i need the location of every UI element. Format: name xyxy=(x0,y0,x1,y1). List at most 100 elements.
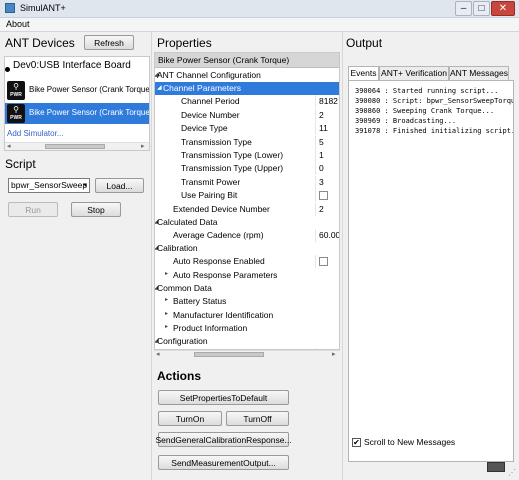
property-row[interactable]: 8182 Channel Period xyxy=(155,95,339,109)
keyboard-icon[interactable] xyxy=(487,462,505,472)
device-item-label: Bike Power Sensor (Crank Torque) xyxy=(29,108,150,117)
scroll-to-new-label: Scroll to New Messages xyxy=(364,437,456,447)
property-subgroup[interactable]: ▸ Battery Status xyxy=(155,295,339,308)
bike-icon: ⚲ xyxy=(13,82,19,91)
property-subgroup[interactable]: ▸ Product Information xyxy=(155,322,339,335)
property-checkbox[interactable] xyxy=(319,191,328,201)
scroll-thumb[interactable] xyxy=(45,144,105,149)
expand-toggle-icon[interactable]: ▸ xyxy=(165,310,168,317)
property-value[interactable]: 3 xyxy=(319,177,339,187)
property-subgroup[interactable]: ▸ Auto Response Parameters xyxy=(155,269,339,282)
property-row[interactable]: 11 Device Type xyxy=(155,122,339,136)
log-line: 390080 : Script: bpwr_SensorSweepTorque. xyxy=(355,97,513,105)
scroll-to-new-checkbox[interactable]: ✔ xyxy=(352,438,361,447)
bullet-icon xyxy=(5,67,10,72)
property-value[interactable]: 0 xyxy=(319,163,339,173)
property-row[interactable]: 3 Transmit Power xyxy=(155,175,339,189)
stop-button[interactable]: Stop xyxy=(71,202,121,217)
tab-events[interactable]: Events xyxy=(348,66,379,81)
property-row[interactable]: 1 Transmission Type (Lower) xyxy=(155,149,339,162)
load-button[interactable]: Load... xyxy=(95,178,144,193)
column-divider xyxy=(315,108,316,122)
property-subgroup[interactable]: ▸ Manufacturer Identification xyxy=(155,309,339,322)
property-row[interactable]: Auto Response Enabled xyxy=(155,255,339,269)
log-line: 390064 : Started running script... xyxy=(355,87,499,95)
turn-off-button[interactable]: TurnOff xyxy=(226,411,289,426)
column-divider xyxy=(315,122,316,136)
bike-power-icon: ⚲ PWR xyxy=(7,104,25,123)
column-divider xyxy=(315,255,316,269)
script-title: Script xyxy=(5,157,36,171)
column-divider xyxy=(315,135,316,149)
device-board-label: Dev0:USB Interface Board xyxy=(13,60,131,71)
column-divider xyxy=(315,162,316,176)
property-category[interactable]: ◢ ANT Channel Configuration xyxy=(155,69,339,82)
property-category[interactable]: ◢ Common Data xyxy=(155,282,339,296)
property-row[interactable]: 2 Extended Device Number xyxy=(155,202,339,216)
expand-toggle-icon[interactable]: ▸ xyxy=(165,323,168,330)
property-row[interactable]: 60.000Average Cadence (rpm) xyxy=(155,229,339,242)
add-simulator-link[interactable]: Add Simulator... xyxy=(7,129,63,138)
expand-toggle-icon[interactable]: ▸ xyxy=(165,296,168,303)
divider xyxy=(342,32,343,480)
tab-ant-plus-verification[interactable]: ANT+ Verification xyxy=(379,66,449,80)
property-value[interactable]: 11 xyxy=(319,123,339,133)
property-category[interactable]: ◢ Calculated Data xyxy=(155,216,339,229)
scroll-left-icon[interactable]: ◂ xyxy=(156,351,160,359)
property-row[interactable]: 2 Device Number xyxy=(155,108,339,122)
bike-icon: ⚲ xyxy=(13,105,19,114)
window-title: SimulANT+ xyxy=(20,3,66,13)
refresh-button[interactable]: Refresh xyxy=(84,35,134,50)
close-button[interactable]: ✕ xyxy=(491,1,515,16)
scroll-right-icon[interactable]: ▸ xyxy=(141,143,145,150)
run-button[interactable]: Run xyxy=(8,202,58,217)
property-value[interactable]: 2 xyxy=(319,110,339,120)
properties-hscrollbar[interactable]: ◂ ▸ xyxy=(154,350,340,358)
property-category[interactable]: ◢ Configuration xyxy=(155,335,339,349)
script-select[interactable]: bpwr_SensorSweep ▾ xyxy=(8,178,90,193)
property-row[interactable]: 5 Transmission Type xyxy=(155,135,339,149)
property-row[interactable]: 0 Transmission Type (Upper) xyxy=(155,162,339,176)
property-value[interactable]: 2 xyxy=(319,204,339,214)
chevron-down-icon: ▾ xyxy=(83,182,87,189)
column-divider xyxy=(315,229,316,242)
property-value[interactable]: 8182 xyxy=(319,96,339,106)
scroll-right-icon[interactable]: ▸ xyxy=(332,351,336,359)
property-value[interactable]: 60.000 xyxy=(319,230,339,240)
property-value[interactable]: 5 xyxy=(319,137,339,147)
column-divider xyxy=(315,189,316,203)
divider xyxy=(151,32,152,480)
device-item-label: Bike Power Sensor (Crank Torque) xyxy=(29,85,150,94)
devices-hscrollbar[interactable]: ◂ ▸ xyxy=(5,142,149,150)
maximize-button[interactable]: □ xyxy=(473,1,490,16)
column-divider xyxy=(315,95,316,109)
actions-title: Actions xyxy=(157,369,202,383)
property-checkbox[interactable] xyxy=(319,257,328,267)
device-board-row[interactable]: Dev0:USB Interface Board xyxy=(5,59,149,73)
menu-about[interactable]: About xyxy=(6,19,30,29)
scroll-thumb[interactable] xyxy=(194,352,264,357)
expand-toggle-icon[interactable]: ◢ xyxy=(157,84,162,91)
property-value[interactable]: 1 xyxy=(319,150,339,160)
column-divider xyxy=(315,202,316,216)
device-item-selected[interactable]: ⚲ PWR Bike Power Sensor (Crank Torque) xyxy=(5,103,149,124)
scroll-left-icon[interactable]: ◂ xyxy=(7,143,11,150)
property-category[interactable]: ◢ Channel Parameters xyxy=(155,82,339,95)
column-divider xyxy=(315,175,316,189)
turn-on-button[interactable]: TurnOn xyxy=(158,411,222,426)
column-divider xyxy=(315,149,316,162)
expand-toggle-icon[interactable]: ▸ xyxy=(165,270,168,277)
minimize-button[interactable]: – xyxy=(455,1,472,16)
send-calibration-button[interactable]: SendGeneralCalibrationResponse... xyxy=(155,432,292,447)
send-measurement-button[interactable]: SendMeasurementOutput... xyxy=(158,455,289,470)
tab-ant-messages[interactable]: ANT Messages xyxy=(449,66,509,80)
devices-list: Dev0:USB Interface Board ⚲ PWR Bike Power… xyxy=(4,56,150,151)
property-row[interactable]: Use Pairing Bit xyxy=(155,189,339,203)
set-properties-default-button[interactable]: SetPropertiesToDefault xyxy=(158,390,289,405)
device-item[interactable]: ⚲ PWR Bike Power Sensor (Crank Torque) xyxy=(5,80,149,101)
log-line: 390860 : Sweeping Crank Torque... xyxy=(355,107,495,115)
properties-title: Properties xyxy=(157,36,212,50)
resize-grip-icon[interactable]: ⋰ xyxy=(508,468,516,477)
property-grid: Bike Power Sensor (Crank Torque) ◢ ANT Ch… xyxy=(154,52,340,350)
property-category[interactable]: ◢ Calibration xyxy=(155,242,339,256)
